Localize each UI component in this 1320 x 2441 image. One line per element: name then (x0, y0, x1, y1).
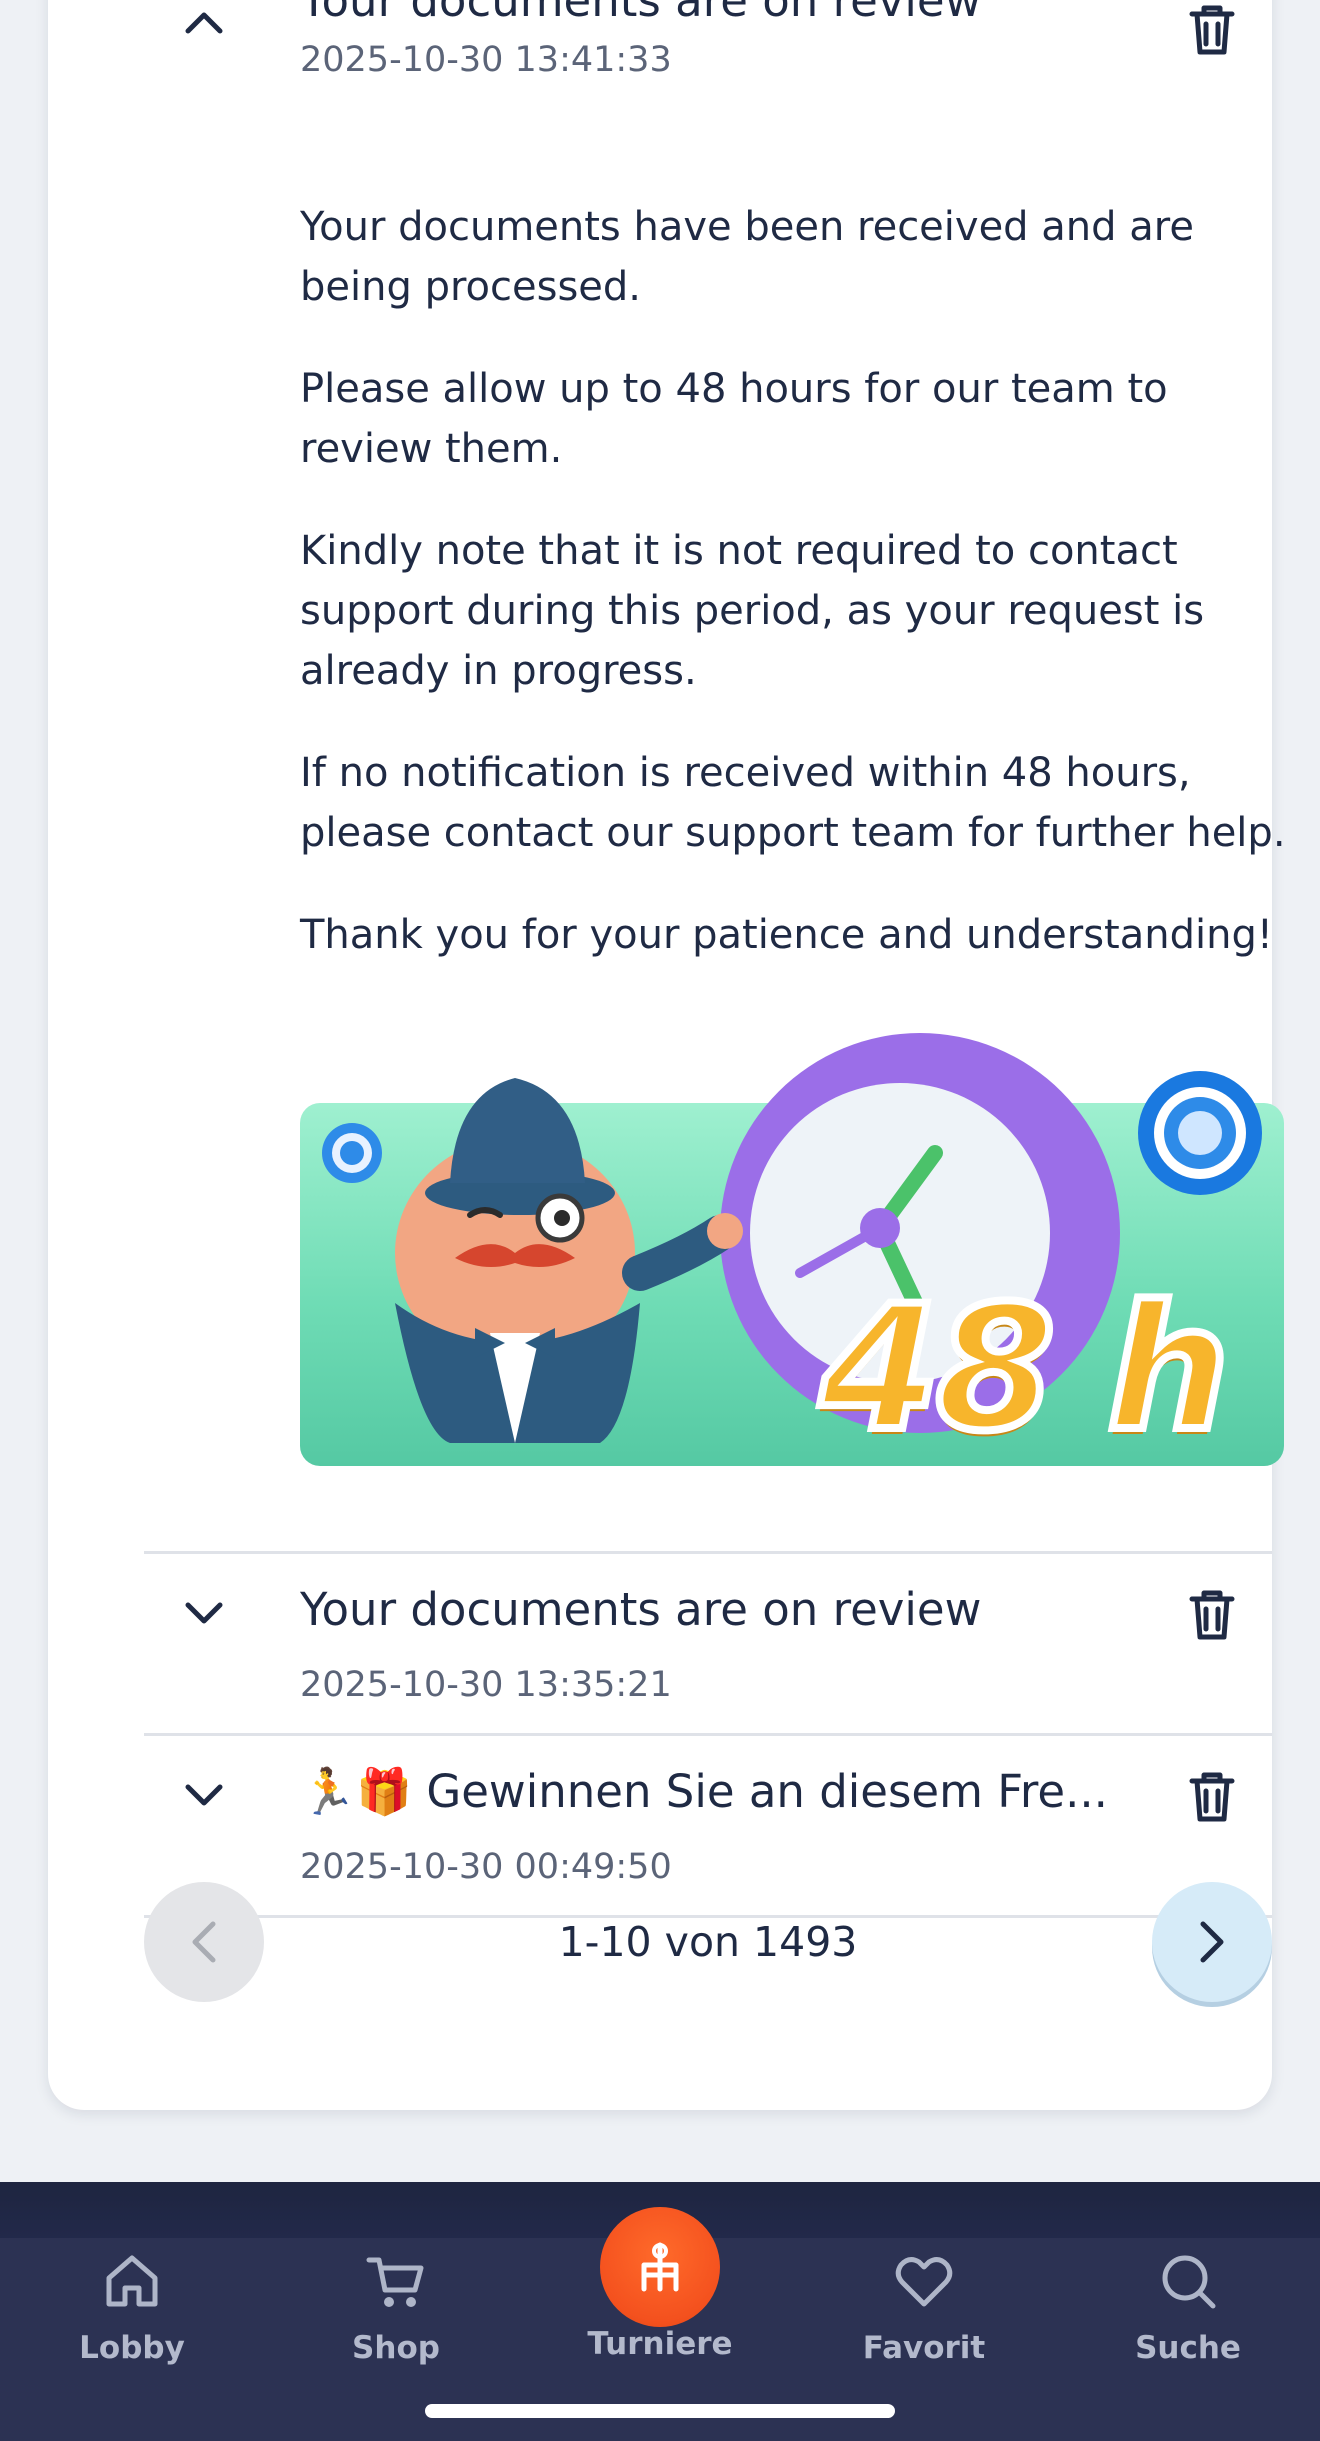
trash-icon[interactable] (1182, 1585, 1242, 1645)
nav-label: Lobby (79, 2330, 185, 2366)
message-title[interactable]: 🏃🎁 Gewinnen Sie an diesem Fre... (300, 1765, 1108, 1818)
nav-turniere[interactable]: Turniere (560, 2250, 760, 2362)
home-indicator[interactable] (425, 2404, 895, 2418)
nav-favorit[interactable]: Favorit (824, 2250, 1024, 2366)
message-paragraph: Thank you for your patience and understa… (300, 912, 1273, 958)
message-body: Your documents have been received and ar… (300, 197, 1290, 1007)
search-icon (1162, 2255, 1216, 2309)
home-icon (106, 2255, 158, 2307)
nav-label: Favorit (862, 2330, 986, 2366)
message-date: 2025-10-30 13:41:33 (300, 40, 672, 80)
messages-card: Your documents are on review 2025-10-30 … (48, 0, 1286, 2110)
expand-chevron-icon[interactable] (180, 1590, 228, 1638)
message-title[interactable]: Your documents are on review (300, 0, 981, 27)
next-page-button[interactable] (1152, 1882, 1272, 2002)
collapse-chevron-icon[interactable] (180, 0, 228, 46)
pagination-label: 1-10 von 1493 (558, 1918, 858, 1966)
message-date: 2025-10-30 13:35:21 (300, 1665, 672, 1705)
heart-icon (895, 2257, 953, 2307)
chevron-left-icon (192, 1921, 216, 1963)
cart-icon (366, 2257, 424, 2307)
message-title[interactable]: Your documents are on review (300, 1583, 981, 1636)
banner-48h-text: 48 h (816, 1264, 1234, 1473)
list-divider (144, 1551, 1272, 1554)
review-banner-image: 48 h (300, 1033, 1284, 1473)
message-date: 2025-10-30 00:49:50 (300, 1847, 672, 1887)
chevron-right-icon (1200, 1921, 1224, 1963)
mascot-illustration (395, 1078, 743, 1443)
message-paragraph: If no notification is received within 48… (300, 750, 1286, 856)
trash-icon[interactable] (1182, 1767, 1242, 1827)
list-divider (144, 1733, 1272, 1736)
chip-icon (1138, 1071, 1262, 1195)
message-paragraph: Your documents have been received and ar… (300, 204, 1194, 310)
trash-icon[interactable] (1182, 0, 1242, 60)
nav-shop[interactable]: Shop (296, 2250, 496, 2366)
nav-label: Shop (352, 2330, 440, 2366)
nav-suche[interactable]: Suche (1088, 2250, 1288, 2366)
expand-chevron-icon[interactable] (180, 1772, 228, 1820)
chip-icon (322, 1123, 382, 1183)
nav-label: Suche (1135, 2330, 1241, 2366)
message-paragraph: Kindly note that it is not required to c… (300, 528, 1205, 694)
message-paragraph: Please allow up to 48 hours for our team… (300, 366, 1168, 472)
nav-lobby[interactable]: Lobby (32, 2250, 232, 2366)
prev-page-button[interactable] (144, 1882, 264, 2002)
nav-label: Turniere (587, 2326, 733, 2362)
